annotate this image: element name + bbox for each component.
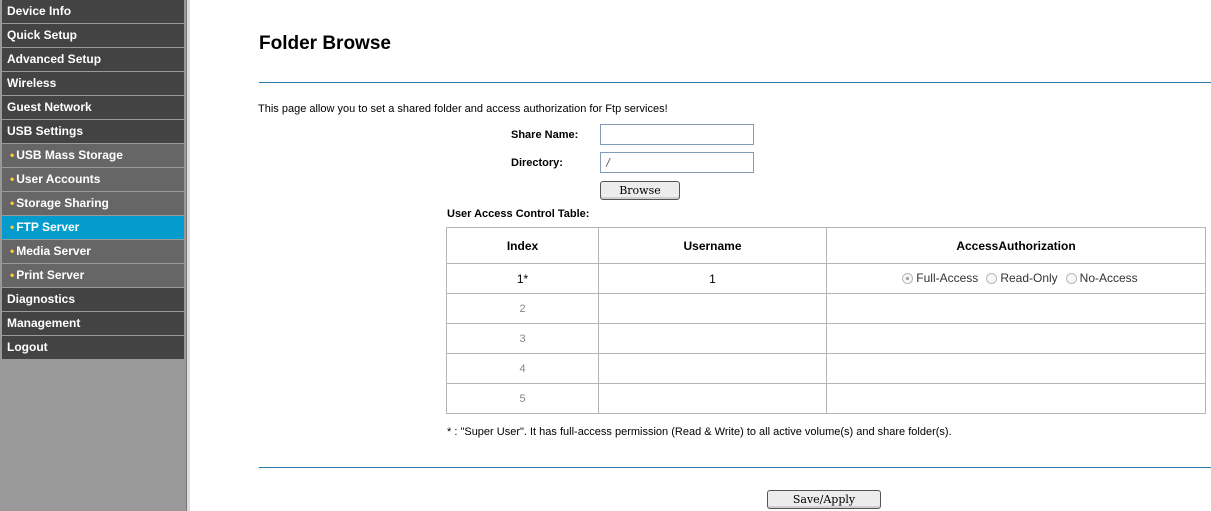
cell-index: 1*: [446, 263, 599, 294]
cell-username: [598, 293, 827, 324]
nav-wireless[interactable]: Wireless: [2, 72, 184, 95]
share-name-input[interactable]: [600, 124, 754, 145]
cell-username: [598, 353, 827, 384]
page-description: This page allow you to set a shared fold…: [258, 103, 668, 115]
header-access-authorization: AccessAuthorization: [826, 227, 1206, 264]
nav-advanced-setup[interactable]: Advanced Setup: [2, 48, 184, 71]
directory-label: Directory:: [511, 157, 563, 169]
header-username: Username: [598, 227, 827, 264]
sidebar: Device Info Quick Setup Advanced Setup W…: [0, 0, 186, 511]
table-row: 1* 1 Full-Access Read-Only No-Access: [446, 263, 1206, 294]
nav-diagnostics[interactable]: Diagnostics: [2, 288, 184, 311]
nav-usb-settings[interactable]: USB Settings: [2, 120, 184, 143]
sidebar-divider: [186, 0, 190, 511]
page-title: Folder Browse: [259, 33, 391, 54]
cell-username: [598, 323, 827, 354]
radio-label-no-access: No-Access: [1079, 270, 1138, 285]
auth-radio-group: Full-Access Read-Only No-Access: [894, 270, 1138, 285]
nav-print-server[interactable]: • Print Server: [2, 264, 184, 287]
cell-index: 2: [446, 293, 599, 324]
nav-label: Print Server: [16, 268, 85, 282]
bullet-icon: •: [10, 172, 15, 186]
radio-read-only[interactable]: [986, 273, 998, 285]
cell-index: 5: [446, 383, 599, 414]
divider-bottom: [259, 467, 1211, 468]
browse-button[interactable]: Browse: [600, 181, 680, 200]
nav-label: Media Server: [16, 244, 91, 258]
table-row: 5: [446, 383, 1206, 414]
cell-index: 3: [446, 323, 599, 354]
nav-usb-mass-storage[interactable]: • USB Mass Storage: [2, 144, 184, 167]
table-caption: User Access Control Table:: [447, 208, 590, 220]
table-header-row: Index Username AccessAuthorization: [446, 227, 1206, 264]
nav-quick-setup[interactable]: Quick Setup: [2, 24, 184, 47]
cell-auth: [826, 383, 1206, 414]
radio-label-read-only: Read-Only: [1000, 270, 1058, 285]
bullet-icon: •: [10, 148, 15, 162]
cell-auth: [826, 353, 1206, 384]
cell-username: [598, 383, 827, 414]
cell-auth: [826, 293, 1206, 324]
directory-input[interactable]: [600, 152, 754, 173]
nav-ftp-server[interactable]: • FTP Server: [2, 216, 184, 239]
nav-management[interactable]: Management: [2, 312, 184, 335]
radio-label-full-access: Full-Access: [916, 270, 979, 285]
radio-no-access[interactable]: [1065, 273, 1077, 285]
header-index: Index: [446, 227, 599, 264]
nav-label: Storage Sharing: [16, 196, 109, 210]
nav-storage-sharing[interactable]: • Storage Sharing: [2, 192, 184, 215]
bullet-icon: •: [10, 196, 15, 210]
nav-label: FTP Server: [16, 220, 80, 234]
share-name-label: Share Name:: [511, 129, 579, 141]
cell-index: 4: [446, 353, 599, 384]
nav-label: User Accounts: [16, 172, 101, 186]
bullet-icon: •: [10, 268, 15, 282]
user-access-table: Index Username AccessAuthorization 1* 1 …: [446, 227, 1206, 414]
nav-label: USB Mass Storage: [16, 148, 123, 162]
table-row: 3: [446, 323, 1206, 354]
save-apply-button[interactable]: Save/Apply: [767, 490, 881, 509]
bullet-icon: •: [10, 220, 15, 234]
nav-media-server[interactable]: • Media Server: [2, 240, 184, 263]
super-user-note: * : "Super User". It has full-access per…: [447, 426, 952, 438]
cell-username: 1: [598, 263, 827, 294]
cell-auth: Full-Access Read-Only No-Access: [826, 263, 1206, 294]
nav-device-info[interactable]: Device Info: [2, 0, 184, 23]
divider-top: [259, 82, 1211, 83]
bullet-icon: •: [10, 244, 15, 258]
nav-logout[interactable]: Logout: [2, 336, 184, 359]
radio-full-access[interactable]: [902, 273, 914, 285]
nav-user-accounts[interactable]: • User Accounts: [2, 168, 184, 191]
cell-auth: [826, 323, 1206, 354]
nav-guest-network[interactable]: Guest Network: [2, 96, 184, 119]
table-row: 2: [446, 293, 1206, 324]
table-row: 4: [446, 353, 1206, 384]
